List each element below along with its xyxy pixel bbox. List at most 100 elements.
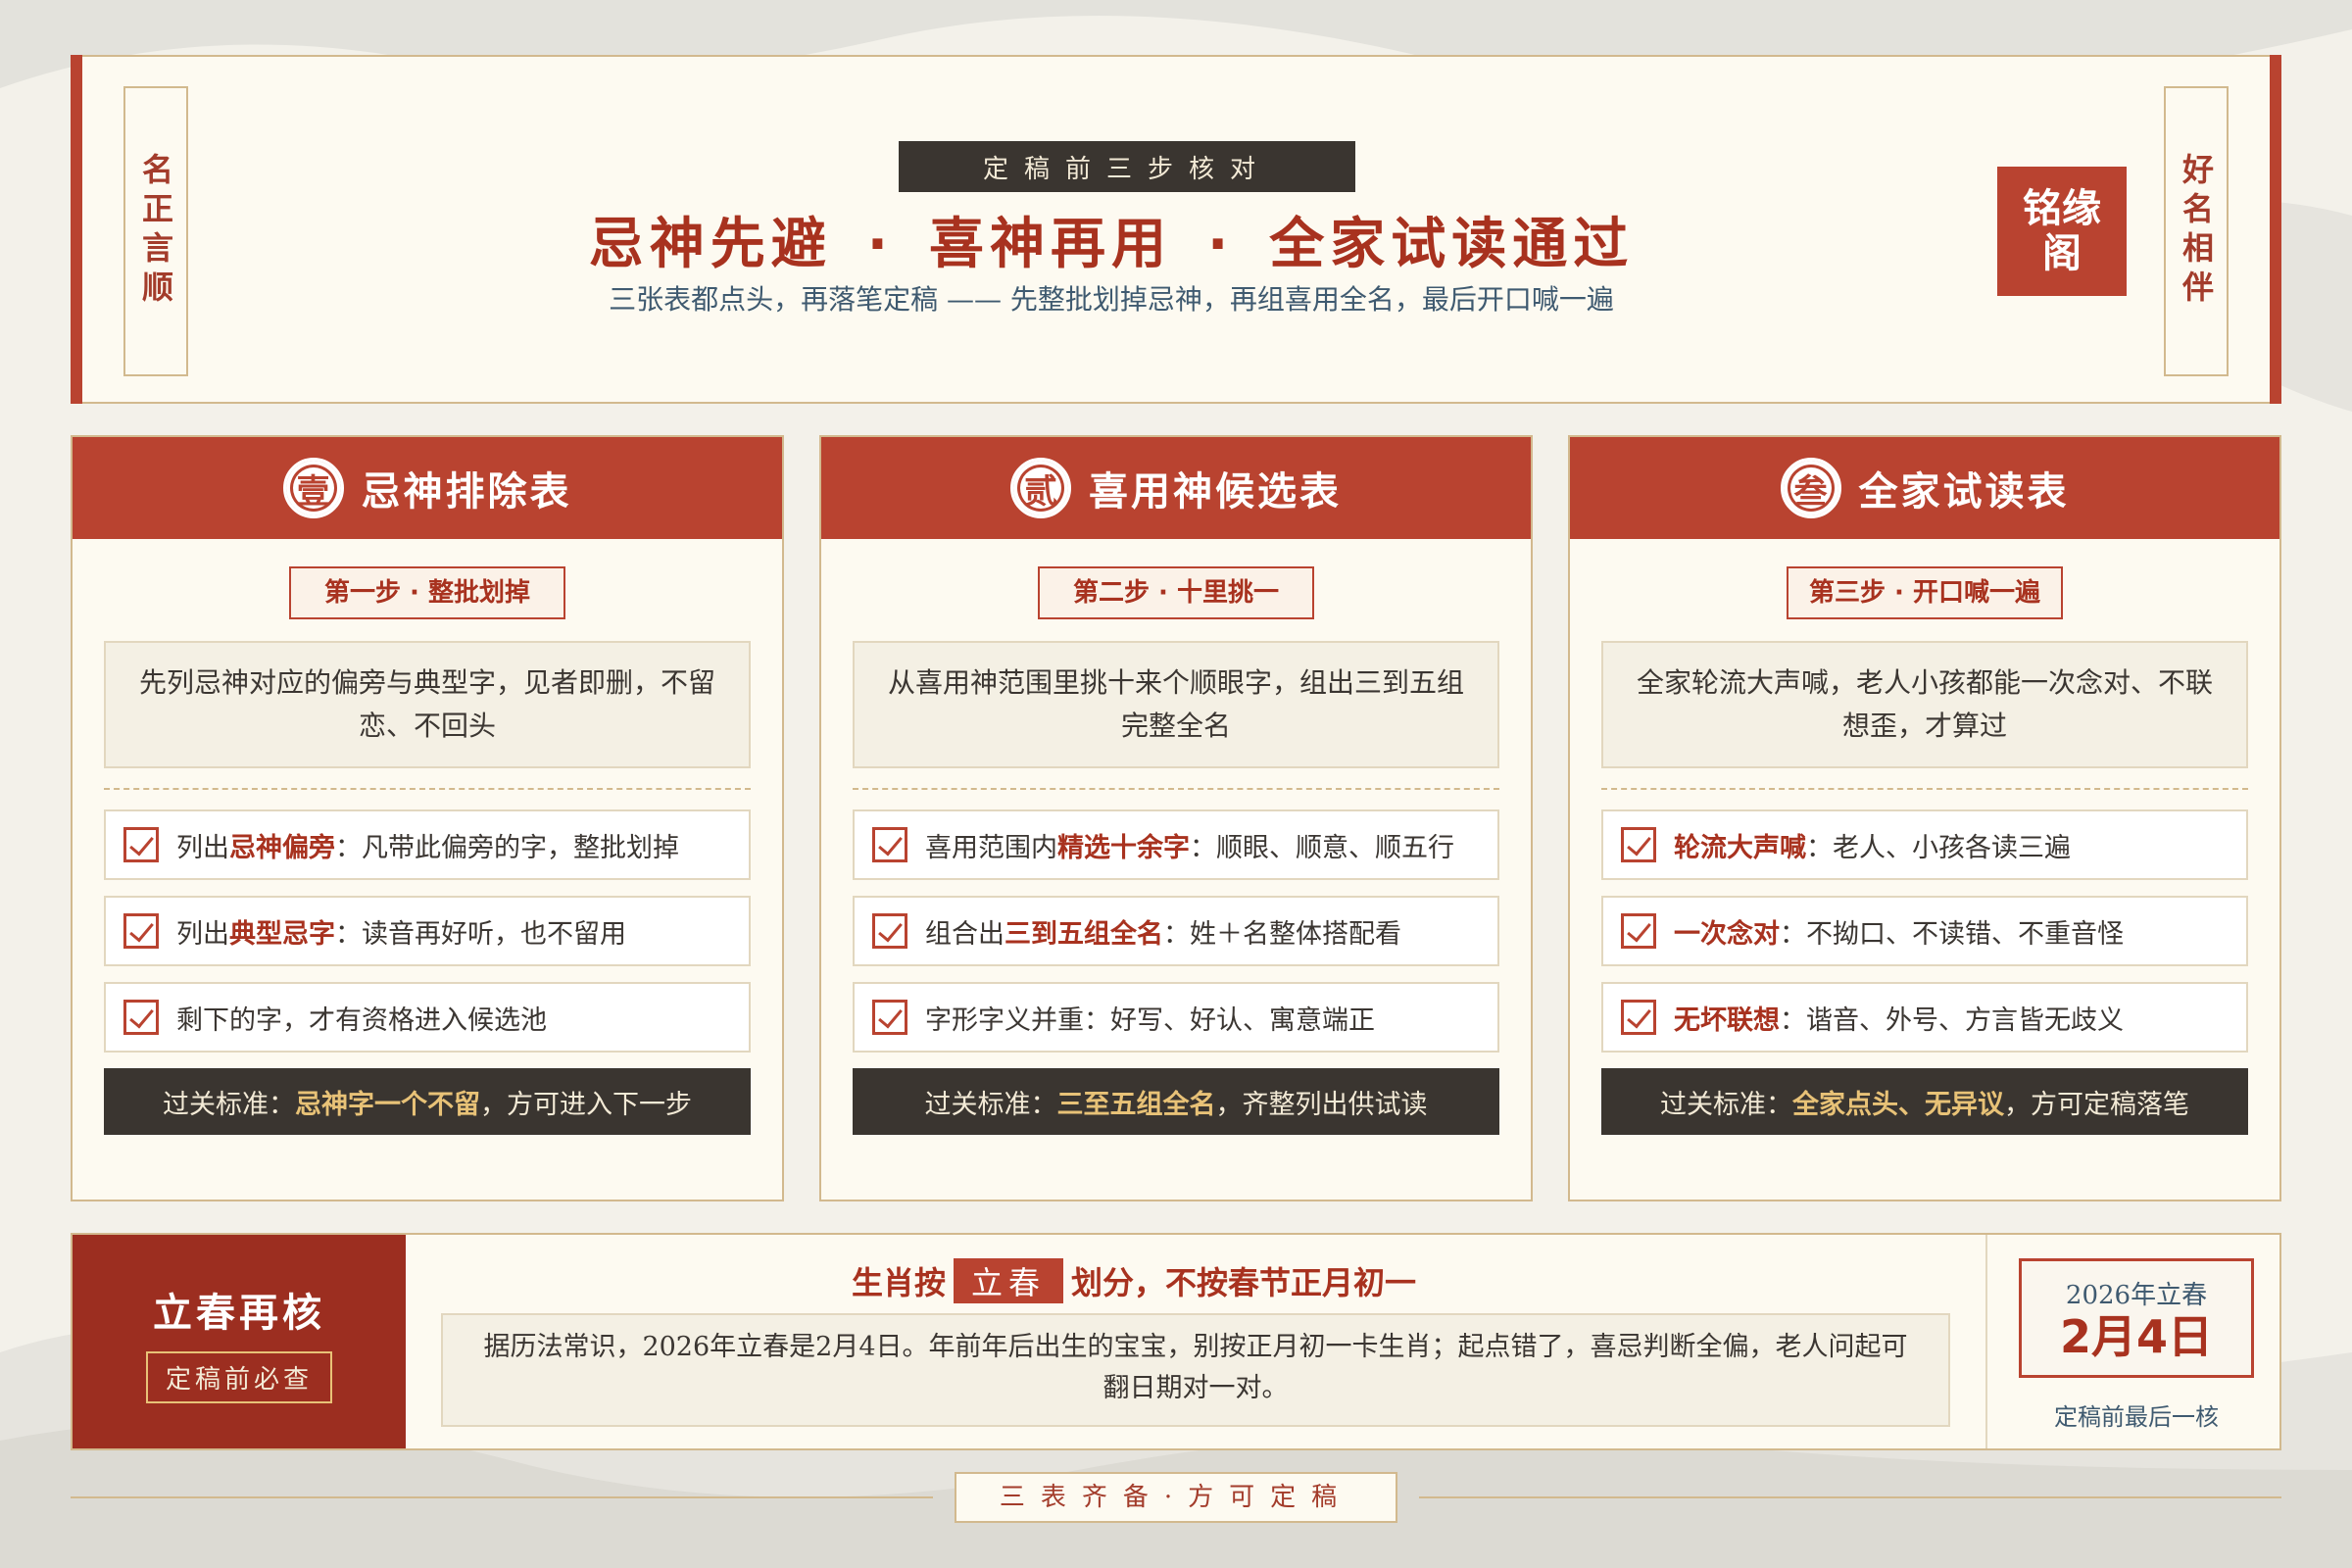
card-family-reading: 叁 全家试读表 第三步 · 开口喊一遍 全家轮流大声喊，老人小孩都能一次念对、不… bbox=[1568, 435, 2281, 1201]
footer-tag: 三表齐备·方可定稿 bbox=[955, 1472, 1397, 1523]
checkbox-checked-icon[interactable] bbox=[1621, 913, 1656, 949]
date-note: 定稿前最后一核 bbox=[2054, 1403, 2219, 1431]
item-highlight: 轮流大声喊 bbox=[1674, 832, 1806, 863]
checklist-item: 字形字义并重：好写、好认、寓意端正 bbox=[853, 982, 1499, 1053]
item-text: 喜用范围内精选十余字：顺眼、顺意、顺五行 bbox=[925, 826, 1454, 864]
step-badge: 第二步 · 十里挑一 bbox=[1038, 566, 1314, 619]
pass-text: ，方可定稿落笔 bbox=[2004, 1089, 2189, 1120]
pass-criteria: 过关标准： 忌神字一个不留 ，方可进入下一步 bbox=[104, 1068, 751, 1135]
item-text-pre: 组合出 bbox=[925, 918, 1004, 950]
dashed-divider bbox=[104, 788, 751, 790]
item-text-pre: 剩下的字，才有资格进入候选池 bbox=[176, 1004, 547, 1036]
checklist: 轮流大声喊：老人、小孩各读三遍 一次念对：不拗口、不读错、不重音怪 无坏联想：谐… bbox=[1601, 809, 2248, 1053]
step-badge: 第一步 · 整批划掉 bbox=[289, 566, 565, 619]
headline-part-1: 忌神先避 bbox=[588, 213, 832, 276]
checkbox-checked-icon[interactable] bbox=[872, 827, 907, 862]
pass-criteria: 过关标准： 三至五组全名 ，齐整列出供试读 bbox=[853, 1068, 1499, 1135]
card-favorable-candidates: 贰 喜用神候选表 第二步 · 十里挑一 从喜用神范围里挑十来个顺眼字，组出三到五… bbox=[819, 435, 1533, 1201]
footer-line-left bbox=[71, 1496, 933, 1498]
number-badge: 叁 bbox=[1780, 458, 1841, 518]
brand-seal: 铭缘阁 bbox=[1997, 167, 2127, 296]
pass-label: 过关标准： bbox=[924, 1089, 1057, 1120]
dashed-divider bbox=[853, 788, 1499, 790]
pass-text: ，方可进入下一步 bbox=[480, 1089, 692, 1120]
item-text-pre: 列出 bbox=[176, 918, 229, 950]
checkbox-checked-icon[interactable] bbox=[1621, 1000, 1656, 1035]
item-text-post: ：读音再好听，也不留用 bbox=[335, 918, 626, 950]
item-text: 剩下的字，才有资格进入候选池 bbox=[176, 999, 547, 1037]
left-vertical-tag: 名正言顺 bbox=[123, 86, 188, 376]
card-description: 先列忌神对应的偏旁与典型字，见者即删，不留恋、不回头 bbox=[104, 641, 751, 768]
item-highlight: 精选十余字 bbox=[1057, 832, 1190, 863]
pass-label: 过关标准： bbox=[163, 1089, 295, 1120]
left-tag-text: 名正言顺 bbox=[137, 153, 174, 310]
checklist: 喜用范围内精选十余字：顺眼、顺意、顺五行 组合出三到五组全名：姓＋名整体搭配看 … bbox=[853, 809, 1499, 1053]
item-text-pre: 列出 bbox=[176, 832, 229, 863]
checklist-item: 剩下的字，才有资格进入候选池 bbox=[104, 982, 751, 1053]
checkbox-checked-icon[interactable] bbox=[872, 913, 907, 949]
pass-label: 过关标准： bbox=[1660, 1089, 1792, 1120]
lichun-check-band: 立春再核 定稿前必查 生肖按 立春 划分，不按春节正月初一 据历法常识，2026年立… bbox=[71, 1233, 2281, 1450]
step-badge: 第三步 · 开口喊一遍 bbox=[1787, 566, 2063, 619]
item-text-post: ：姓＋名整体搭配看 bbox=[1163, 918, 1401, 950]
checklist-item: 轮流大声喊：老人、小孩各读三遍 bbox=[1601, 809, 2248, 880]
item-highlight: 三到五组全名 bbox=[1004, 918, 1163, 950]
date-year: 2026年立春 bbox=[2065, 1281, 2208, 1310]
card-taboo-exclusion: 壹 忌神排除表 第一步 · 整批划掉 先列忌神对应的偏旁与典型字，见者即删，不留… bbox=[71, 435, 784, 1201]
item-highlight: 典型忌字 bbox=[229, 918, 335, 950]
kicker-label: 定稿前三步核对 bbox=[899, 141, 1355, 192]
item-text-post: ：老人、小孩各读三遍 bbox=[1806, 832, 2071, 863]
pass-highlight: 忌神字一个不留 bbox=[295, 1089, 480, 1120]
date-box: 2026年立春 2月4日 bbox=[2019, 1258, 2254, 1378]
item-text-post: ：凡带此偏旁的字，整批划掉 bbox=[335, 832, 679, 863]
seal-text: 铭缘阁 bbox=[2023, 186, 2101, 276]
item-text-post: ：顺眼、顺意、顺五行 bbox=[1190, 832, 1454, 863]
item-text-pre: 喜用范围内 bbox=[925, 832, 1057, 863]
checkbox-checked-icon[interactable] bbox=[872, 1000, 907, 1035]
headline-separator: · bbox=[1207, 213, 1235, 276]
checkbox-checked-icon[interactable] bbox=[123, 1000, 159, 1035]
right-vertical-tag: 好名相伴 bbox=[2164, 86, 2229, 376]
page-title: 忌神先避 · 喜神再用 · 全家试读通过 bbox=[367, 200, 1856, 279]
item-text: 组合出三到五组全名：姓＋名整体搭配看 bbox=[925, 912, 1401, 951]
checklist-item: 无坏联想：谐音、外号、方言皆无歧义 bbox=[1601, 982, 2248, 1053]
card-title: 喜用神候选表 bbox=[1089, 469, 1342, 514]
checklist: 列出忌神偏旁：凡带此偏旁的字，整批划掉 列出典型忌字：读音再好听，也不留用 剩下… bbox=[104, 809, 751, 1053]
band-heading-post: 划分，不按春节正月初一 bbox=[1071, 1264, 1417, 1301]
header-banner: 名正言顺 好名相伴 定稿前三步核对 忌神先避 · 喜神再用 · 全家试读通过 三张表都点… bbox=[71, 55, 2281, 404]
checklist-item: 组合出三到五组全名：姓＋名整体搭配看 bbox=[853, 896, 1499, 966]
checkbox-checked-icon[interactable] bbox=[123, 913, 159, 949]
band-title: 立春再核 bbox=[153, 1290, 325, 1336]
card-header: 壹 忌神排除表 bbox=[73, 437, 782, 539]
card-header: 贰 喜用神候选表 bbox=[821, 437, 1531, 539]
date-day: 2月4日 bbox=[2059, 1310, 2213, 1363]
item-highlight: 一次念对 bbox=[1674, 918, 1780, 950]
item-text: 列出典型忌字：读音再好听，也不留用 bbox=[176, 912, 626, 951]
checkbox-checked-icon[interactable] bbox=[1621, 827, 1656, 862]
band-heading: 生肖按 立春 划分，不按春节正月初一 bbox=[406, 1258, 1862, 1303]
card-title: 全家试读表 bbox=[1858, 469, 2070, 514]
pass-highlight: 三至五组全名 bbox=[1056, 1089, 1216, 1120]
right-tag-text: 好名相伴 bbox=[2178, 153, 2215, 310]
band-heading-pre: 生肖按 bbox=[851, 1264, 946, 1301]
checklist-item: 一次念对：不拗口、不读错、不重音怪 bbox=[1601, 896, 2248, 966]
item-text: 无坏联想：谐音、外号、方言皆无歧义 bbox=[1674, 999, 2124, 1037]
card-description: 从喜用神范围里挑十来个顺眼字，组出三到五组完整全名 bbox=[853, 641, 1499, 768]
item-highlight: 忌神偏旁 bbox=[229, 832, 335, 863]
headline-part-3: 全家试读通过 bbox=[1269, 213, 1635, 276]
card-title: 忌神排除表 bbox=[361, 469, 572, 514]
checklist-item: 列出忌神偏旁：凡带此偏旁的字，整批划掉 bbox=[104, 809, 751, 880]
footer-line-right bbox=[1419, 1496, 2281, 1498]
card-header: 叁 全家试读表 bbox=[1570, 437, 2279, 539]
dashed-divider bbox=[1601, 788, 2248, 790]
band-divider bbox=[1985, 1235, 1987, 1448]
pass-text: ，齐整列出供试读 bbox=[1215, 1089, 1428, 1120]
card-description: 全家轮流大声喊，老人小孩都能一次念对、不联想歪，才算过 bbox=[1601, 641, 2248, 768]
number-badge: 贰 bbox=[1010, 458, 1071, 518]
band-heading-tag: 立春 bbox=[953, 1258, 1063, 1303]
band-subtitle: 定稿前必查 bbox=[145, 1350, 332, 1403]
item-text-post: ：谐音、外号、方言皆无歧义 bbox=[1780, 1004, 2124, 1036]
item-text-post: ：不拗口、不读错、不重音怪 bbox=[1780, 918, 2124, 950]
checkbox-checked-icon[interactable] bbox=[123, 827, 159, 862]
band-label-block: 立春再核 定稿前必查 bbox=[73, 1235, 406, 1448]
